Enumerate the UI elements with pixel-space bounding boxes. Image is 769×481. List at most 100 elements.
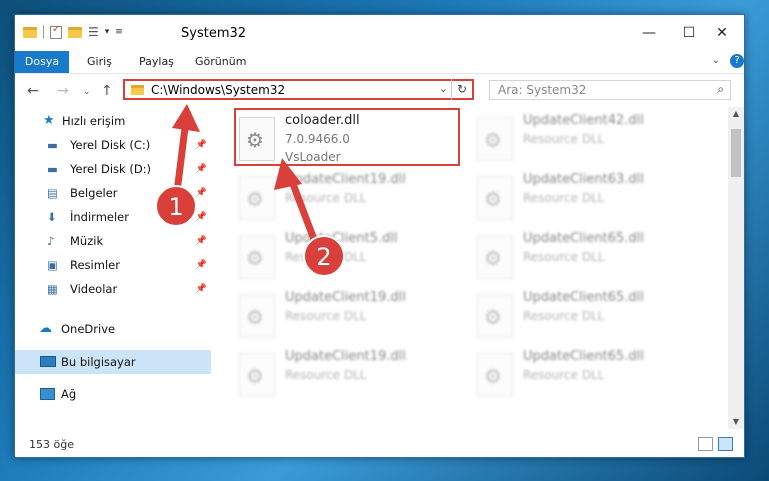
file-description: Resource DLL <box>285 250 367 264</box>
search-placeholder[interactable]: Ara: System32 <box>498 83 586 97</box>
folder-icon <box>131 85 144 95</box>
file-tile[interactable]: UpdateClient65.dll Resource DLL <box>477 347 707 407</box>
dll-file-icon <box>477 353 513 397</box>
file-tile[interactable]: UpdateClient63.dll Resource DLL <box>477 170 707 230</box>
forward-arrow-icon[interactable]: → <box>57 83 69 99</box>
separator <box>43 25 44 39</box>
minimize-button[interactable]: — <box>629 21 669 45</box>
network-icon <box>40 388 55 400</box>
file-description: Resource DLL <box>523 309 605 323</box>
file-description: Resource DLL <box>285 309 367 323</box>
file-description: Resource DLL <box>523 191 605 205</box>
scroll-down-icon[interactable]: ▼ <box>728 415 744 429</box>
chevron-down-icon[interactable]: ⌄ <box>439 82 448 95</box>
nav-label: İndirmeler <box>70 210 129 224</box>
documents-icon: ▤ <box>47 186 58 200</box>
new-folder-icon[interactable] <box>68 26 82 38</box>
window-title: System32 <box>181 26 247 41</box>
back-arrow-icon[interactable]: ← <box>27 83 39 99</box>
close-button[interactable]: ✕ <box>702 21 742 45</box>
pin-icon[interactable]: 📌 <box>196 253 207 277</box>
file-name: UpdateClient19.dll <box>285 172 406 187</box>
properties-icon[interactable] <box>50 24 62 39</box>
nav-network[interactable]: Ağ <box>15 382 211 406</box>
scroll-thumb[interactable] <box>731 129 741 177</box>
file-tile[interactable]: UpdateClient65.dll Resource DLL <box>477 229 707 289</box>
nav-label: Videolar <box>70 282 118 296</box>
dll-file-icon <box>477 117 513 161</box>
pin-icon[interactable]: 📌 <box>196 229 207 253</box>
file-description: Resource DLL <box>523 250 605 264</box>
help-icon[interactable]: ? <box>730 54 744 68</box>
highlighted-file-box <box>234 108 460 166</box>
details-view-icon[interactable] <box>698 437 713 451</box>
expand-ribbon-icon[interactable]: ⌄ <box>712 55 720 66</box>
file-description: Resource DLL <box>285 368 367 382</box>
tab-home[interactable]: Giriş <box>77 51 122 73</box>
file-name: UpdateClient65.dll <box>523 349 644 364</box>
search-box[interactable]: Ara: System32 ⌕ <box>489 80 731 100</box>
address-path[interactable]: C:\Windows\System32 <box>151 83 285 97</box>
tab-view[interactable]: Görünüm <box>185 51 256 73</box>
ribbon-tabs: Dosya Giriş Paylaş Görünüm ⌄ ? <box>15 51 744 74</box>
nav-item[interactable]: ▦ Videolar 📌 <box>15 277 211 301</box>
drive-icon: ▬ <box>47 162 58 176</box>
pin-icon[interactable]: 📌 <box>196 133 207 157</box>
file-tile[interactable]: UpdateClient19.dll Resource DLL <box>239 347 469 407</box>
nav-onedrive[interactable]: ☁ OneDrive <box>15 317 211 341</box>
search-icon[interactable]: ⌕ <box>717 82 724 97</box>
nav-item[interactable]: ▬ Yerel Disk (D:) 📌 <box>15 157 211 181</box>
file-tile[interactable]: UpdateClient19.dll Resource DLL <box>239 170 469 230</box>
drive-icon: ▬ <box>47 138 58 152</box>
download-icon: ⬇ <box>47 210 57 224</box>
pin-icon[interactable]: 📌 <box>196 181 207 205</box>
status-bar: 153 öğe <box>15 433 744 457</box>
nav-label: Resimler <box>70 258 120 272</box>
file-name: UpdateClient63.dll <box>523 172 644 187</box>
nav-this-pc[interactable]: Bu bilgisayar <box>15 350 211 374</box>
nav-item[interactable]: ▤ Belgeler 📌 <box>15 181 211 205</box>
file-tile[interactable]: UpdateClient19.dll Resource DLL <box>239 288 469 348</box>
quick-access-toolbar: ☰ ▾ ≡ <box>23 24 123 39</box>
dll-file-icon <box>239 294 275 338</box>
tab-share[interactable]: Paylaş <box>129 51 184 73</box>
file-description: Resource DLL <box>523 132 605 146</box>
chevron-down-icon[interactable]: ▾ <box>105 27 110 37</box>
file-tile[interactable]: UpdateClient42.dll Resource DLL <box>477 111 707 171</box>
file-name: UpdateClient65.dll <box>523 290 644 305</box>
nav-quick-access[interactable]: ★ Hızlı erişim <box>15 109 211 133</box>
view-options-icon[interactable]: ☰ <box>88 25 99 39</box>
music-icon: ♪ <box>47 234 55 248</box>
refresh-icon[interactable]: ↻ <box>451 79 472 100</box>
address-bar[interactable]: C:\Windows\System32 ⌄ ↻ <box>123 79 474 100</box>
tab-file[interactable]: Dosya <box>15 51 69 73</box>
explorer-window: ☰ ▾ ≡ System32 — ☐ ✕ Dosya Giriş Paylaş … <box>14 14 745 458</box>
recent-locations-icon[interactable]: ⌄ <box>83 87 91 97</box>
dll-file-icon <box>239 235 275 279</box>
customize-toolbar-icon[interactable]: ≡ <box>115 27 123 37</box>
nav-item[interactable]: ♪ Müzik 📌 <box>15 229 211 253</box>
vertical-scrollbar[interactable]: ▲ ▼ <box>728 107 744 429</box>
nav-item[interactable]: ⬇ İndirmeler 📌 <box>15 205 211 229</box>
nav-label: Yerel Disk (C:) <box>70 138 151 152</box>
file-tile[interactable]: UpdateClient65.dll Resource DLL <box>477 288 707 348</box>
up-arrow-icon[interactable]: ↑ <box>101 83 113 99</box>
pin-icon[interactable]: 📌 <box>196 277 207 301</box>
file-tile[interactable]: UpdateClient5.dll Resource DLL <box>239 229 469 289</box>
pin-icon[interactable]: 📌 <box>196 205 207 229</box>
file-description: Resource DLL <box>523 368 605 382</box>
dll-file-icon <box>239 353 275 397</box>
dll-file-icon <box>477 235 513 279</box>
file-name: UpdateClient65.dll <box>523 231 644 246</box>
scroll-up-icon[interactable]: ▲ <box>728 107 744 121</box>
nav-item[interactable]: ▬ Yerel Disk (C:) 📌 <box>15 133 211 157</box>
item-count: 153 öğe <box>29 438 74 451</box>
videos-icon: ▦ <box>47 282 58 296</box>
dll-file-icon <box>239 176 275 220</box>
tiles-view-icon[interactable] <box>718 437 733 451</box>
nav-item[interactable]: ▣ Resimler 📌 <box>15 253 211 277</box>
pin-icon[interactable]: 📌 <box>196 157 207 181</box>
file-description: Resource DLL <box>285 191 367 205</box>
dll-file-icon <box>477 294 513 338</box>
nav-label: Yerel Disk (D:) <box>70 162 152 176</box>
